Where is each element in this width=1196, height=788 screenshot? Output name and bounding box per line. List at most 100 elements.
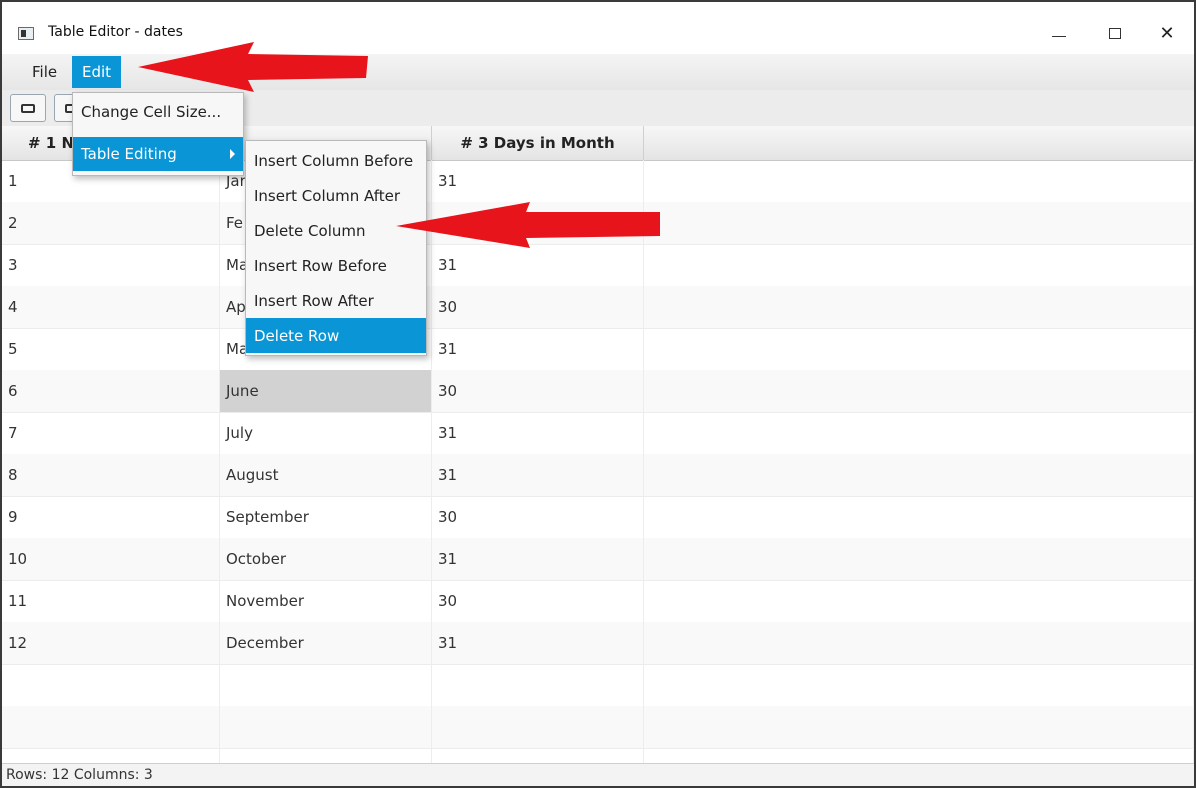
- table-cell[interactable]: 31: [432, 622, 644, 664]
- table-row: 9 September 30: [2, 496, 1194, 539]
- menu-item-change-cell-size[interactable]: Change Cell Size...: [73, 95, 243, 129]
- table-cell[interactable]: October: [220, 538, 432, 580]
- menu-item-delete-row[interactable]: Delete Row: [246, 318, 426, 353]
- table-filler-cell: [644, 538, 1194, 580]
- table-cell[interactable]: 12: [2, 622, 220, 664]
- table-cell[interactable]: [220, 706, 432, 748]
- table-filler-cell: [644, 454, 1194, 496]
- table-cell[interactable]: [432, 706, 644, 748]
- maximize-icon: [1109, 27, 1121, 39]
- table-cell[interactable]: [220, 664, 432, 706]
- menu-item-insert-column-before[interactable]: Insert Column Before: [246, 143, 426, 178]
- minimize-button[interactable]: [1036, 16, 1082, 50]
- table-body: 1 Jan 31 2 Fe 3 Ma 31 4 Ap 30 5 Ma 31 6 June 30 7 July 31 8 A…: [2, 160, 1194, 764]
- table-cell[interactable]: 30: [432, 370, 644, 412]
- menu-item-insert-row-before[interactable]: Insert Row Before: [246, 248, 426, 283]
- table-filler-cell: [644, 622, 1194, 664]
- app-icon: [18, 27, 34, 40]
- table-cell[interactable]: 8: [2, 454, 220, 496]
- table-row: 5 Ma 31: [2, 328, 1194, 371]
- menu-item-table-editing-label: Table Editing: [81, 145, 177, 163]
- table-filler-cell: [644, 496, 1194, 538]
- table-cell[interactable]: 10: [2, 538, 220, 580]
- close-button[interactable]: ✕: [1144, 16, 1190, 50]
- table-icon: [21, 103, 35, 113]
- table-editing-submenu: Insert Column Before Insert Column After…: [245, 140, 427, 356]
- table-cell[interactable]: [2, 706, 220, 748]
- table: # 1 N # 3 Days in Month 1 Jan 31 2 Fe 3 Ma 31 4 A…: [2, 126, 1194, 764]
- table-cell[interactable]: [2, 664, 220, 706]
- table-filler-cell: [644, 328, 1194, 370]
- submenu-arrow-icon: [230, 149, 235, 159]
- maximize-button[interactable]: [1092, 16, 1138, 50]
- table-cell[interactable]: 30: [432, 286, 644, 328]
- table-cell[interactable]: 31: [432, 244, 644, 286]
- table-filler-cell: [644, 664, 1194, 706]
- table-filler-cell: [644, 370, 1194, 412]
- table-cell[interactable]: [432, 202, 644, 244]
- table-cell[interactable]: [432, 664, 644, 706]
- table-cell[interactable]: June: [220, 370, 432, 412]
- table-filler-cell: [644, 580, 1194, 622]
- menu-item-table-editing[interactable]: Table Editing: [73, 137, 243, 171]
- table-cell[interactable]: July: [220, 412, 432, 454]
- table-editor-window: Table Editor - dates ✕ File Edit # 1 N #…: [0, 0, 1196, 788]
- menu-item-insert-row-after[interactable]: Insert Row After: [246, 283, 426, 318]
- table-row: 10 October 31: [2, 538, 1194, 581]
- column-header-empty: [644, 126, 1194, 160]
- menu-item-delete-column[interactable]: Delete Column: [246, 213, 426, 248]
- table-row: [2, 664, 1194, 707]
- table-row: 7 July 31: [2, 412, 1194, 455]
- edit-menu: Change Cell Size... Table Editing: [72, 92, 244, 176]
- table-cell[interactable]: 7: [2, 412, 220, 454]
- table-cell[interactable]: 31: [432, 328, 644, 370]
- toolbar-button-1[interactable]: [10, 94, 46, 122]
- table-row: [2, 706, 1194, 749]
- table-cell[interactable]: 2: [2, 202, 220, 244]
- menu-edit[interactable]: Edit: [72, 56, 122, 88]
- table-filler-cell: [644, 160, 1194, 202]
- table-filler-cell: [644, 202, 1194, 244]
- menu-bar: File Edit: [2, 54, 1194, 91]
- table-cell[interactable]: 30: [432, 496, 644, 538]
- table-cell[interactable]: [2, 748, 220, 764]
- table-cell[interactable]: 31: [432, 412, 644, 454]
- table-cell[interactable]: 5: [2, 328, 220, 370]
- menu-file[interactable]: File: [22, 56, 67, 88]
- table-cell[interactable]: [432, 748, 644, 764]
- table-filler-cell: [644, 286, 1194, 328]
- table-cell[interactable]: November: [220, 580, 432, 622]
- table-row: 3 Ma 31: [2, 244, 1194, 287]
- close-icon: ✕: [1159, 22, 1175, 44]
- status-text: Rows: 12 Columns: 3: [6, 767, 153, 783]
- table-cell[interactable]: 9: [2, 496, 220, 538]
- table-cell[interactable]: [220, 748, 432, 764]
- table-cell[interactable]: 4: [2, 286, 220, 328]
- table-row: 4 Ap 30: [2, 286, 1194, 329]
- table-row: 11 November 30: [2, 580, 1194, 623]
- table-cell[interactable]: 3: [2, 244, 220, 286]
- table-row: 6 June 30: [2, 370, 1194, 413]
- status-bar: Rows: 12 Columns: 3: [2, 763, 1194, 786]
- table-cell[interactable]: September: [220, 496, 432, 538]
- minimize-icon: [1052, 35, 1066, 37]
- table-row: 2 Fe: [2, 202, 1194, 245]
- table-filler-cell: [644, 706, 1194, 748]
- table-cell[interactable]: 31: [432, 454, 644, 496]
- window-title: Table Editor - dates: [48, 24, 183, 40]
- table-cell[interactable]: 30: [432, 580, 644, 622]
- menu-item-insert-column-after[interactable]: Insert Column After: [246, 178, 426, 213]
- table-cell[interactable]: 11: [2, 580, 220, 622]
- table-cell[interactable]: 6: [2, 370, 220, 412]
- table-filler-cell: [644, 412, 1194, 454]
- table-row: [2, 748, 1194, 764]
- table-cell[interactable]: 31: [432, 160, 644, 202]
- table-cell[interactable]: August: [220, 454, 432, 496]
- table-cell[interactable]: December: [220, 622, 432, 664]
- column-header-3[interactable]: # 3 Days in Month: [432, 126, 644, 160]
- table-row: 12 December 31: [2, 622, 1194, 665]
- title-bar: Table Editor - dates ✕: [2, 2, 1194, 54]
- table-filler-cell: [644, 244, 1194, 286]
- table-cell[interactable]: 31: [432, 538, 644, 580]
- table-filler-cell: [644, 748, 1194, 764]
